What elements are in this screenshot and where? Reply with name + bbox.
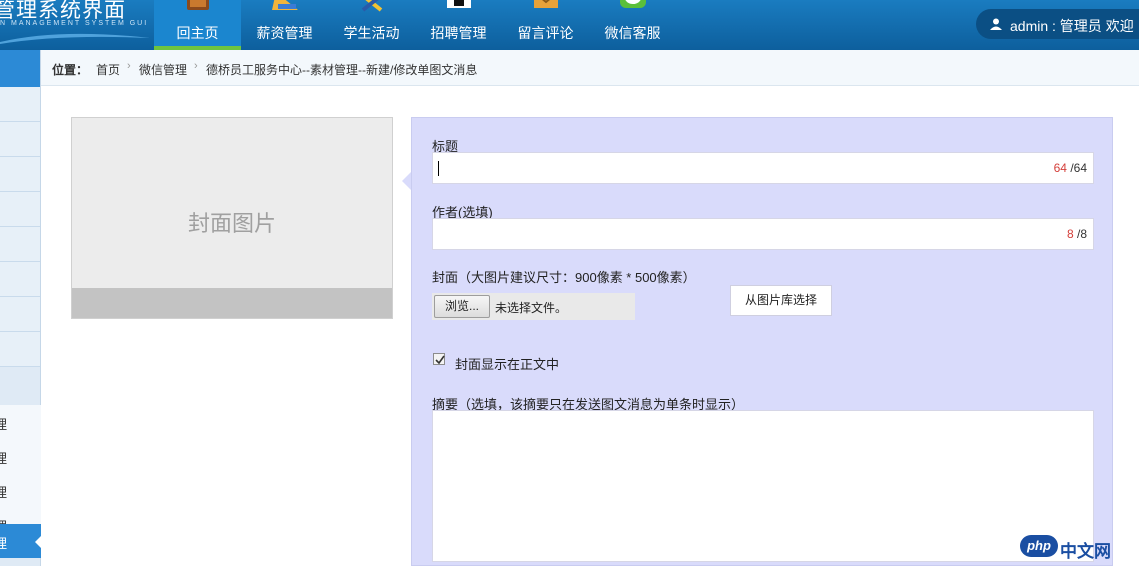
library-select-button[interactable]: 从图片库选择 (730, 285, 832, 316)
sidebar-group[interactable] (0, 262, 40, 297)
site-watermark: php 中文网 (1020, 534, 1134, 561)
nav-label: 微信客服 (604, 25, 661, 41)
nav-label: 回主页 (176, 25, 219, 41)
wechat-icon (619, 0, 646, 8)
nav-label: 薪资管理 (256, 25, 313, 41)
cover-label: 封面（大图片建议尺寸：900像素 * 500像素） (432, 270, 696, 285)
user-greeting: admin : 管理员 欢迎 (1010, 18, 1134, 34)
cover-placeholder: 封面图片 (187, 211, 276, 236)
salary-ruler-icon (271, 0, 298, 10)
php-logo: php (1020, 535, 1058, 557)
checkmark-icon (435, 355, 445, 365)
cover-preview: 封面图片 (71, 117, 393, 319)
message-mail-icon (533, 0, 558, 8)
user-menu[interactable]: admin : 管理员 欢迎 (976, 9, 1139, 39)
show-cover-checkbox[interactable] (433, 353, 445, 365)
author-counter: 8 /8 (1066, 227, 1087, 241)
breadcrumb-wechat[interactable]: 微信管理 (139, 61, 187, 78)
sidebar-sub-item[interactable]: 理 (0, 405, 41, 439)
text-caret (438, 161, 439, 176)
title-counter: 64 /64 (1053, 161, 1087, 175)
watermark-text: 中文网 (1060, 542, 1111, 561)
breadcrumb-current: 德桥员工服务中心--素材管理--新建/修改单图文消息 (206, 63, 478, 77)
breadcrumb-home[interactable]: 首页 (96, 61, 120, 78)
nav-item-salary[interactable]: 薪资管理 (241, 0, 328, 50)
logo-swoosh-icon (0, 33, 150, 44)
nav-item-recruit[interactable]: 招聘管理 (415, 0, 502, 50)
sidebar-group[interactable] (0, 332, 40, 367)
nav-label: 招聘管理 (430, 25, 487, 41)
file-status: 未选择文件。 (495, 301, 568, 315)
breadcrumb: 位置： 首页 › 微信管理 › 德桥员工服务中心--素材管理--新建/修改单图文… (41, 50, 1139, 86)
cover-title-bar (72, 288, 392, 318)
sidebar-header (0, 50, 40, 87)
sidebar-group[interactable] (0, 192, 40, 227)
author-input[interactable]: 8 /8 (432, 218, 1094, 250)
user-icon (990, 18, 1002, 30)
sidebar-group[interactable] (0, 87, 40, 122)
sidebar-group[interactable] (0, 227, 40, 262)
nav-label: 留言评论 (517, 25, 574, 41)
main-nav: 回主页 薪资管理 学生活动 招聘管理 留言评论 微信客服 (154, 0, 676, 50)
recruit-icon (446, 0, 471, 8)
browse-button[interactable]: 浏览... (434, 295, 490, 318)
title-input[interactable]: 64 /64 (432, 152, 1094, 184)
nav-item-wechat[interactable]: 微信客服 (589, 0, 676, 50)
nav-label: 学生活动 (343, 25, 400, 41)
chevron-right-icon: › (194, 60, 198, 72)
sidebar-group[interactable] (0, 157, 40, 192)
home-book-icon (186, 0, 209, 10)
breadcrumb-label: 位置： (52, 63, 89, 77)
sidebar-sub-item[interactable]: 理 (0, 439, 41, 473)
nav-item-activity[interactable]: 学生活动 (328, 0, 415, 50)
activity-tools-icon (361, 0, 382, 12)
app-subtitle: N MANAGEMENT SYSTEM GUI (0, 20, 149, 27)
chevron-right-icon: › (127, 60, 131, 72)
sidebar-sub-item[interactable]: 理 (0, 473, 41, 507)
cover-file-input[interactable]: 浏览... 未选择文件。 (432, 293, 635, 320)
sidebar-group[interactable] (0, 122, 40, 157)
left-sidebar: 理 理 理 理 理 (0, 50, 41, 566)
sidebar-sub-item-active[interactable]: 理 (0, 524, 41, 558)
top-header: 管理系统界面 N MANAGEMENT SYSTEM GUI 回主页 薪资管理 … (0, 0, 1139, 50)
nav-item-message[interactable]: 留言评论 (502, 0, 589, 50)
sidebar-group[interactable] (0, 297, 40, 332)
summary-textarea[interactable] (432, 410, 1094, 562)
active-pointer-icon (35, 536, 41, 548)
editor-panel: 标题 64 /64 作者(选填) 8 /8 封面（大图片建议尺寸：900像素 *… (411, 117, 1113, 566)
nav-item-home[interactable]: 回主页 (154, 0, 241, 50)
show-cover-label: 封面显示在正文中 (455, 357, 560, 372)
